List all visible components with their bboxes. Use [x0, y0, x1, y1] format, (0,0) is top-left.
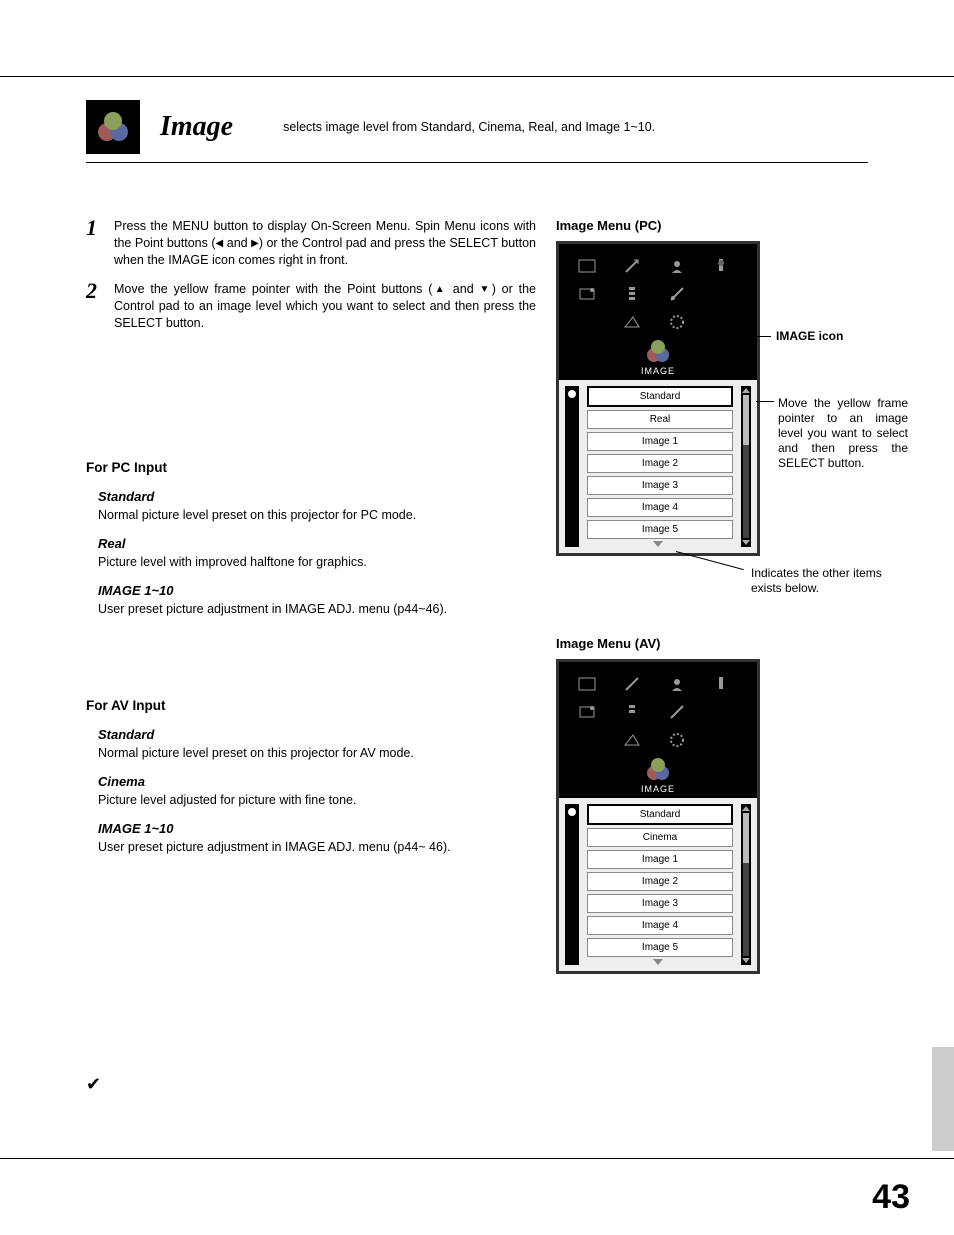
menu-icon [565, 281, 610, 307]
menu-icon [610, 309, 655, 335]
page-header: Image selects image level from Standard,… [86, 100, 868, 163]
osd-icon-row [565, 252, 751, 336]
osd-list-item[interactable]: Cinema [587, 828, 733, 847]
checkmark-icon: ✔ [86, 1074, 101, 1095]
osd-list-item[interactable]: Standard [587, 804, 733, 825]
menu-icon [699, 671, 744, 697]
step-number: 2 [86, 281, 114, 332]
menu-icon [699, 281, 744, 307]
osd-list-item[interactable]: Image 2 [587, 872, 733, 891]
step-2: 2 Move the yellow frame pointer with the… [86, 281, 536, 332]
scroll-down-icon[interactable] [742, 540, 750, 545]
av-item-cinema: Cinema Picture level adjusted for pictur… [98, 774, 536, 807]
osd-list-item[interactable]: Image 5 [587, 938, 733, 957]
menu-icon [610, 281, 655, 307]
image-menu-pc-title: Image Menu (PC) [556, 218, 954, 233]
step-text: Press the MENU button to display On-Scre… [114, 218, 536, 269]
point-down-icon: ▼ [479, 284, 491, 295]
osd-menu-av: IMAGE Standard Cinema Image 1 Image 2 Image … [556, 659, 760, 974]
osd-list-item[interactable]: Image 1 [587, 850, 733, 869]
menu-icon [699, 253, 744, 279]
scroll-up-icon[interactable] [742, 388, 750, 393]
osd-list-item[interactable]: Image 3 [587, 894, 733, 913]
osd-list-item[interactable]: Image 2 [587, 454, 733, 473]
callout-image-icon: IMAGE icon [776, 329, 843, 344]
menu-icon [654, 699, 699, 725]
menu-icon [610, 671, 655, 697]
osd-list-item[interactable]: Image 3 [587, 476, 733, 495]
pc-item-standard: Standard Normal picture level preset on … [98, 489, 536, 522]
step-text: Move the yellow frame pointer with the P… [114, 281, 536, 332]
osd-selected-icon: IMAGE [565, 338, 751, 376]
menu-icon [565, 671, 610, 697]
callout-more-items: Indicates the other items exists below. [751, 566, 906, 596]
menu-icon [610, 727, 655, 753]
osd-radio-column [565, 804, 579, 965]
av-item-image-preset: IMAGE 1~10 User preset picture adjustmen… [98, 821, 536, 854]
osd-scrollbar[interactable] [741, 386, 751, 547]
menu-icon [654, 309, 699, 335]
menu-icon [565, 727, 610, 753]
menu-icon [654, 281, 699, 307]
point-up-icon: ▲ [432, 284, 447, 295]
osd-icon-row [565, 670, 751, 754]
menu-icon [654, 671, 699, 697]
osd-list-item[interactable]: Standard [587, 386, 733, 407]
step-1: 1 Press the MENU button to display On-Sc… [86, 218, 536, 269]
av-input-heading: For AV Input [86, 698, 536, 713]
osd-list-item[interactable]: Image 5 [587, 520, 733, 539]
osd-list-item[interactable]: Image 4 [587, 498, 733, 517]
point-right-icon: ▶ [251, 238, 259, 249]
scroll-up-icon[interactable] [742, 806, 750, 811]
scroll-down-icon[interactable] [742, 958, 750, 963]
av-item-standard: Standard Normal picture level preset on … [98, 727, 536, 760]
osd-list-item[interactable]: Image 4 [587, 916, 733, 935]
menu-icon [654, 253, 699, 279]
osd-menu-pc: IMAGE Standard Real Image 1 Image 2 Image 3 I… [556, 241, 760, 556]
menu-icon [610, 699, 655, 725]
page-number: 43 [872, 1178, 910, 1217]
image-section-icon [86, 100, 140, 154]
menu-icon [565, 309, 610, 335]
pc-input-heading: For PC Input [86, 460, 536, 475]
image-menu-av-title: Image Menu (AV) [556, 636, 954, 651]
menu-icon [610, 253, 655, 279]
section-title: Image [160, 111, 233, 143]
menu-icon [699, 699, 744, 725]
menu-icon [654, 727, 699, 753]
osd-radio-column [565, 386, 579, 547]
menu-icon [565, 253, 610, 279]
callout-move-pointer: Move the yellow frame pointer to an imag… [778, 396, 908, 471]
step-number: 1 [86, 218, 114, 269]
section-tab [932, 1047, 954, 1151]
osd-scrollbar[interactable] [741, 804, 751, 965]
osd-list-item[interactable]: Real [587, 410, 733, 429]
osd-label: IMAGE [641, 366, 675, 376]
more-items-indicator [565, 959, 751, 965]
osd-label: IMAGE [641, 784, 675, 794]
more-items-indicator [565, 541, 751, 547]
menu-icon [565, 699, 610, 725]
pc-item-real: Real Picture level with improved halfton… [98, 536, 536, 569]
section-subtitle: selects image level from Standard, Cinem… [283, 120, 655, 134]
osd-list-item[interactable]: Image 1 [587, 432, 733, 451]
osd-selected-icon: IMAGE [565, 756, 751, 794]
pc-item-image-preset: IMAGE 1~10 User preset picture adjustmen… [98, 583, 536, 616]
